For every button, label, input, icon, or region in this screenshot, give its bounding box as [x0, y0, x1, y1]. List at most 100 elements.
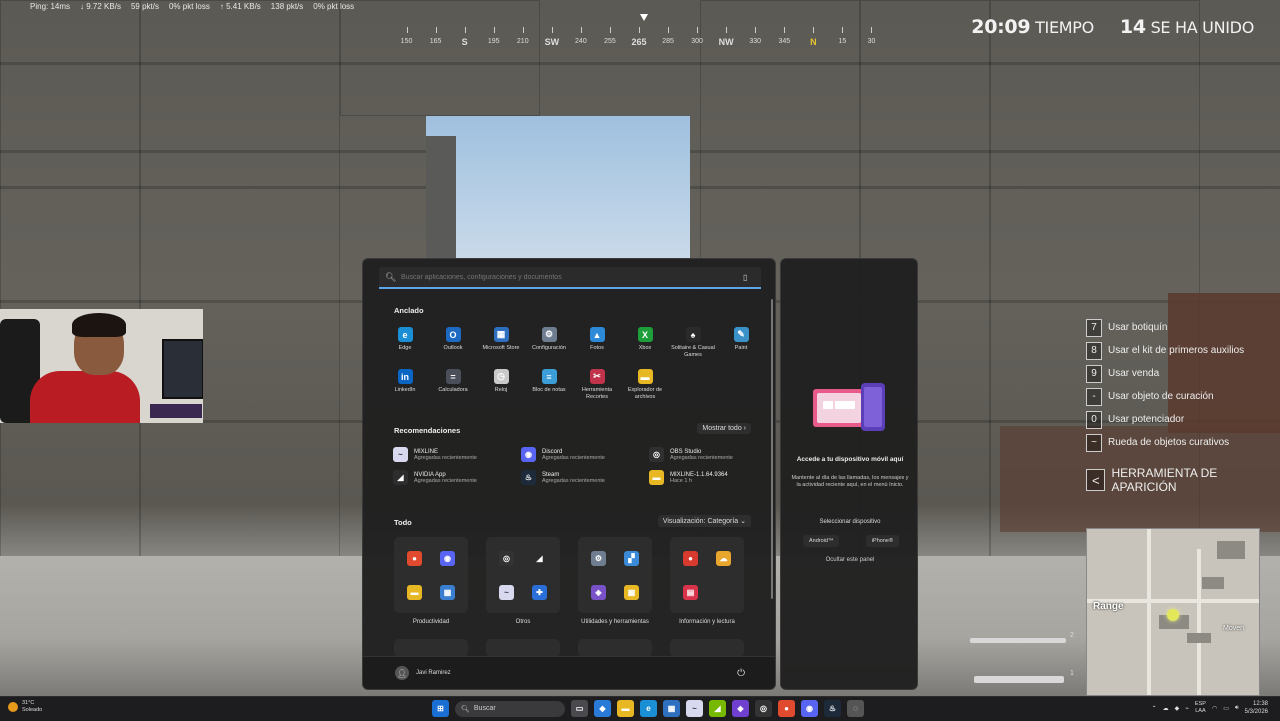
map-building [1202, 577, 1224, 589]
action-label: Rueda de objetos curativos [1108, 437, 1230, 448]
category-app-icon: ◎ [499, 550, 514, 566]
search-input[interactable] [399, 272, 743, 282]
scrollbar[interactable] [771, 299, 773, 599]
pinned-app[interactable]: e Edge [381, 327, 429, 359]
language-indicator[interactable]: ESP LAA [1195, 701, 1206, 715]
hide-panel-button[interactable]: Ocultar este panel [791, 557, 909, 563]
chevron-up-icon[interactable]: ⌃ [1152, 705, 1157, 712]
minimap: Range Moven [1086, 528, 1260, 696]
taskbar-search[interactable]: 🔍︎ Buscar [455, 700, 565, 717]
action-label: Usar botiquín [1108, 322, 1168, 333]
category-folder[interactable] [578, 639, 652, 657]
match-time: 20:09 TIEMPO [971, 16, 1094, 38]
compass-tick-line [668, 27, 670, 33]
copilot-icon[interactable]: ◆ [594, 700, 611, 717]
category-folder[interactable]: ◎ ◢ ~ ✚ [486, 537, 560, 613]
app-purple-icon[interactable]: ◈ [732, 700, 749, 717]
category-app-icon: ▬ [407, 584, 422, 600]
compass-tick-line [522, 27, 524, 33]
edge-icon[interactable]: e [640, 700, 657, 717]
action-key: 7 [1086, 318, 1102, 337]
obs-icon[interactable]: ◎ [755, 700, 772, 717]
iphone-button[interactable]: iPhone® [865, 535, 899, 547]
mic-icon[interactable]: ▯ [743, 273, 753, 282]
pinned-app[interactable]: in LinkedIn [381, 369, 429, 401]
android-button[interactable]: Android™ [803, 535, 840, 547]
avatar[interactable]: 👤︎ [395, 666, 409, 680]
category-label: Otros [515, 619, 531, 625]
compass-tick-label: 300 [691, 38, 703, 45]
pinned-app[interactable]: ▬ Explorador de archivos [621, 369, 669, 401]
view-mode-button[interactable]: Visualización: Categoría ⌄ [657, 515, 751, 527]
category-folder[interactable] [670, 639, 744, 657]
battery-icon[interactable]: ▭ [1223, 705, 1229, 712]
app-category[interactable]: ● ☁ ▤ Información y lectura [667, 537, 747, 625]
category-label: Productividad [412, 619, 450, 625]
pinned-app[interactable]: = Calculadora [429, 369, 477, 401]
store-icon[interactable]: ▦ [663, 700, 680, 717]
pinned-app[interactable]: ✎ Paint [717, 327, 765, 359]
system-tray: ⌃ ☁ ◆ ⌁ ESP LAA ◠ ▭ 🔊︎ 12:38 5/3/2026 [1152, 700, 1268, 716]
healing-action-row: ~ Rueda de objetos curativos [1086, 433, 1244, 452]
windows-start-icon[interactable]: ⊞ [432, 700, 449, 717]
rec-icon: ▬ [649, 470, 664, 485]
time-label: TIEMPO [1035, 18, 1094, 37]
rec-text: NVIDIA App Agregadas recientemente [414, 472, 477, 484]
compass-tick-line [697, 27, 699, 33]
wifi-icon[interactable]: ◠ [1212, 705, 1217, 712]
show-all-button[interactable]: Mostrar todo › [697, 423, 751, 434]
healing-actions: 7 Usar botiquín 8 Usar el kit de primeros a… [1086, 318, 1244, 456]
pinned-app[interactable]: ≡ Bloc de notas [525, 369, 573, 401]
pinned-app[interactable]: X Xbox [621, 327, 669, 359]
steam-icon[interactable]: ♨ [824, 700, 841, 717]
discord-icon[interactable]: ◉ [801, 700, 818, 717]
pinned-app[interactable]: ♠ Solitaire & Casual Games [669, 327, 717, 359]
task-view-icon[interactable]: ▭ [571, 700, 588, 717]
start-search-box[interactable]: 🔍︎ ▯ [379, 267, 761, 289]
pinned-app[interactable]: O Outlook [429, 327, 477, 359]
category-folder[interactable]: ● ◉ ▬ ▦ [394, 537, 468, 613]
user-name[interactable]: Javi Ramirez [416, 670, 737, 676]
app-category[interactable]: ◎ ◢ ~ ✚ Otros [483, 537, 563, 625]
app-gray-icon[interactable]: ◌ [847, 700, 864, 717]
recommendation-item[interactable]: ▬ MIXLINE-1.1.64.9364 Hace 1 h [649, 470, 777, 485]
category-folder[interactable] [394, 639, 468, 657]
app-category[interactable] [391, 639, 471, 657]
nvidia-icon[interactable]: ◢ [709, 700, 726, 717]
usb-icon[interactable]: ⌁ [1185, 705, 1189, 712]
power-icon[interactable]: ⏻ [737, 668, 745, 679]
pinned-app[interactable]: ▲ Fotos [573, 327, 621, 359]
pinned-app[interactable]: ⚙ Configuración [525, 327, 573, 359]
recommendation-item[interactable]: ♨ Steam Agregadas recientemente [521, 470, 649, 485]
map-building [1217, 541, 1245, 559]
pinned-app[interactable]: ▦ Microsoft Store [477, 327, 525, 359]
recommendation-item[interactable]: ◉ Discord Agregadas recientemente [521, 447, 649, 462]
tray-app-icon[interactable]: ◆ [1175, 705, 1180, 712]
app-category[interactable] [483, 639, 563, 657]
recommendation-item[interactable]: ~ MIXLINE Agregadas recientemente [393, 447, 521, 462]
rec-sub: Agregadas recientemente [542, 454, 605, 461]
app-category[interactable]: ● ◉ ▬ ▦ Productividad [391, 537, 471, 625]
weather-widget[interactable]: 31°C Soleado [8, 700, 42, 714]
compass-tick-label: 15 [838, 38, 847, 45]
pinned-app[interactable]: ✂ Herramienta Recortes [573, 369, 621, 401]
players-joined: 14 SE HA UNIDO [1120, 16, 1254, 38]
pinned-app[interactable]: ◷ Reloj [477, 369, 525, 401]
compass-tick-label: SW [544, 37, 560, 47]
category-folder[interactable] [486, 639, 560, 657]
tray-app-icon[interactable]: ☁ [1163, 705, 1169, 712]
category-folder[interactable]: ⚙ ▞ ◈ ▦ [578, 537, 652, 613]
app-icon: ▦ [493, 327, 509, 342]
explorer-icon[interactable]: ▬ [617, 700, 634, 717]
chrome-icon[interactable]: ● [778, 700, 795, 717]
volume-icon[interactable]: 🔊︎ [1235, 705, 1239, 712]
app-category[interactable]: ⚙ ▞ ◈ ▦ Utilidades y herramientas [575, 537, 655, 625]
action-label: Usar el kit de primeros auxilios [1108, 345, 1245, 356]
recommendation-item[interactable]: ◎ OBS Studio Agregadas recientemente [649, 447, 777, 462]
mixline-icon[interactable]: ~ [686, 700, 703, 717]
clock[interactable]: 12:38 5/3/2026 [1245, 700, 1268, 716]
app-category[interactable] [667, 639, 747, 657]
category-folder[interactable]: ● ☁ ▤ [670, 537, 744, 613]
recommendation-item[interactable]: ◢ NVIDIA App Agregadas recientemente [393, 470, 521, 485]
app-category[interactable] [575, 639, 655, 657]
